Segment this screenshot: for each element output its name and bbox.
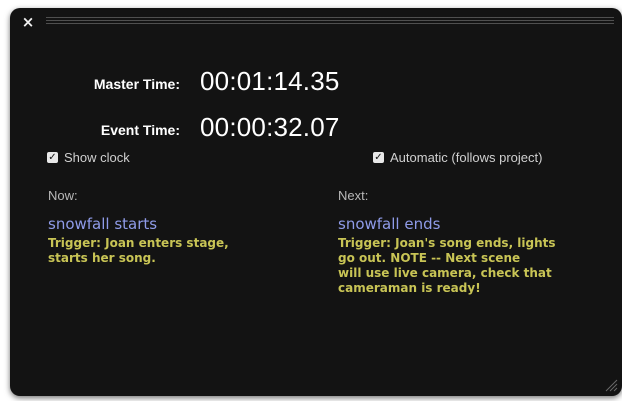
event-time-value: 00:00:32.07: [200, 112, 340, 142]
now-heading: Now:: [48, 188, 78, 203]
checkbox-icon[interactable]: ✓: [47, 152, 58, 163]
now-trigger-text: Trigger: Joan enters stage, starts her s…: [48, 236, 229, 265]
close-icon: ×: [21, 13, 35, 31]
next-event-name: snowfall ends: [338, 215, 441, 233]
automatic-checkbox[interactable]: ✓ Automatic (follows project): [373, 150, 542, 165]
drag-grip[interactable]: [46, 17, 614, 26]
close-button[interactable]: ×: [20, 14, 36, 30]
automatic-label: Automatic (follows project): [390, 150, 543, 165]
master-time-value: 00:01:14.35: [200, 66, 340, 96]
title-bar[interactable]: ×: [10, 8, 622, 34]
next-heading: Next:: [338, 188, 369, 203]
clock-panel: × Master Time: 00:01:14.35 Event Time: 0…: [10, 8, 622, 396]
show-clock-checkbox[interactable]: ✓ Show clock: [47, 150, 130, 165]
event-time-label: Event Time:: [100, 122, 180, 138]
checkbox-icon[interactable]: ✓: [373, 152, 384, 163]
now-event-name: snowfall starts: [48, 215, 158, 233]
resize-grip-icon[interactable]: [604, 378, 618, 392]
show-clock-label: Show clock: [64, 150, 130, 165]
next-trigger-text: Trigger: Joan's song ends, lights go out…: [338, 236, 556, 295]
master-time-label: Master Time:: [93, 76, 180, 92]
